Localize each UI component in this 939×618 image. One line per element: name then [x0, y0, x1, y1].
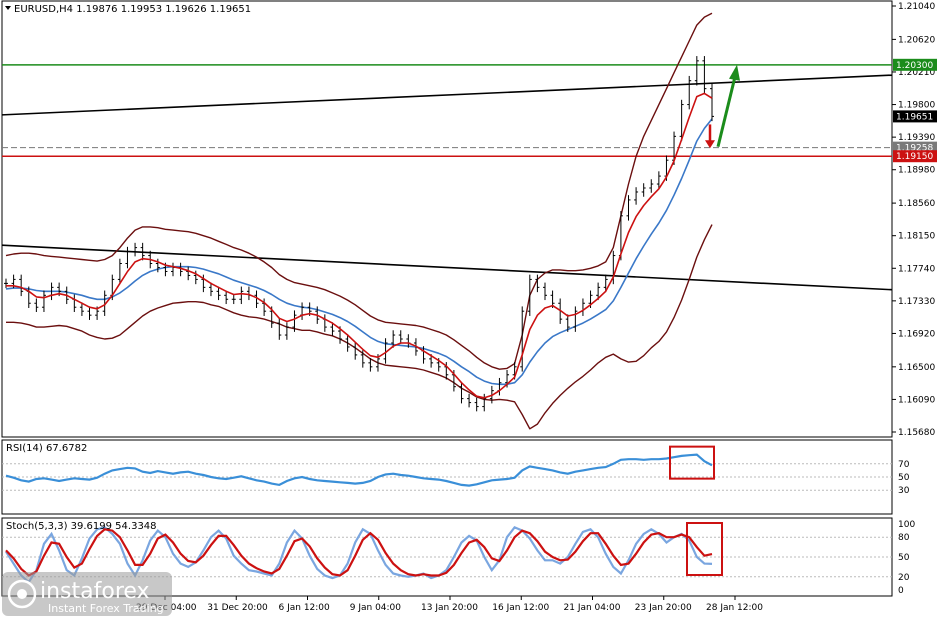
time-axis-label: 21 Jan 04:00: [564, 603, 621, 613]
green-up-arrow: [716, 76, 737, 148]
price-axis-label: 1.17740: [898, 264, 935, 274]
price-axis-label: 1.18980: [898, 166, 935, 176]
price-axis-label: 1.17330: [898, 297, 935, 307]
moving-average-slow-line: [5, 118, 713, 386]
trendline-1[interactable]: [1, 74, 893, 116]
price-tag-label: 1.19651: [896, 112, 933, 122]
moving-average-fast-line: [6, 92, 713, 399]
price-tag-label: 1.19150: [896, 152, 933, 162]
stoch-axis-label: 20: [898, 573, 910, 583]
logo-mark-dot-icon: [17, 589, 27, 599]
price-axis-label: 1.16500: [898, 363, 935, 373]
logo-brand: instaforex: [40, 579, 150, 604]
panel-menu-icon[interactable]: [5, 6, 11, 10]
price-axis-label: 1.16920: [898, 329, 935, 339]
time-axis-label: 28 Jan 12:00: [706, 603, 763, 613]
stoch-panel-title: Stoch(5,3,3) 39.6199 54.3348: [6, 521, 157, 532]
price-axis-label: 1.21040: [898, 2, 935, 12]
price-axis-label: 1.19800: [898, 101, 935, 111]
rsi-axis-label: 50: [898, 473, 910, 483]
price-panel: [1, 12, 893, 430]
price-axis-label: 1.15680: [898, 428, 935, 438]
price-tag-label: 1.20300: [896, 61, 933, 71]
price-axis-label: 1.18150: [898, 232, 935, 242]
price-panel-title: EURUSD,H4 1.19876 1.19953 1.19626 1.1965…: [14, 4, 251, 15]
time-axis-label: 6 Jan 12:00: [279, 603, 331, 613]
chart-window: 1.21040 1.20620 1.20210 1.19800 1.19390 1.189…: [0, 0, 939, 618]
rsi-panel: [2, 445, 892, 491]
time-axis-label: 13 Jan 20:00: [421, 603, 478, 613]
panel-frames: [1, 0, 893, 597]
time-axis-label: 31 Dec 20:00: [207, 603, 268, 613]
rsi-line: [5, 453, 713, 487]
rsi-axis-label: 70: [898, 460, 910, 470]
stoch-axis-label: 50: [898, 553, 910, 563]
red-arrow-head-icon: [705, 140, 715, 149]
price-axis-label: 1.18560: [898, 199, 935, 209]
time-axis-label: 9 Jan 04:00: [350, 603, 402, 613]
stoch-axis-label: 0: [898, 586, 904, 596]
time-axis-label: 23 Jan 20:00: [635, 603, 692, 613]
stoch-axis-label: 80: [898, 533, 910, 543]
stoch-axis-label: 100: [898, 520, 915, 530]
rsi-panel-title: RSI(14) 67.6782: [6, 443, 87, 454]
price-axis-label: 1.20620: [898, 35, 935, 45]
time-axis-label: 16 Jan 12:00: [492, 603, 549, 613]
logo-tagline: Instant Forex Trading: [48, 602, 164, 615]
price-axis-label: 1.16090: [898, 395, 935, 405]
rsi-axis-label: 30: [898, 486, 910, 496]
green-arrow-head-icon: [729, 64, 740, 81]
chart-canvas: 1.210401.206201.202101.198001.193901.189…: [1, 0, 937, 616]
bollinger-upper-line: [5, 12, 713, 370]
panel-frame-1: [1, 0, 893, 438]
